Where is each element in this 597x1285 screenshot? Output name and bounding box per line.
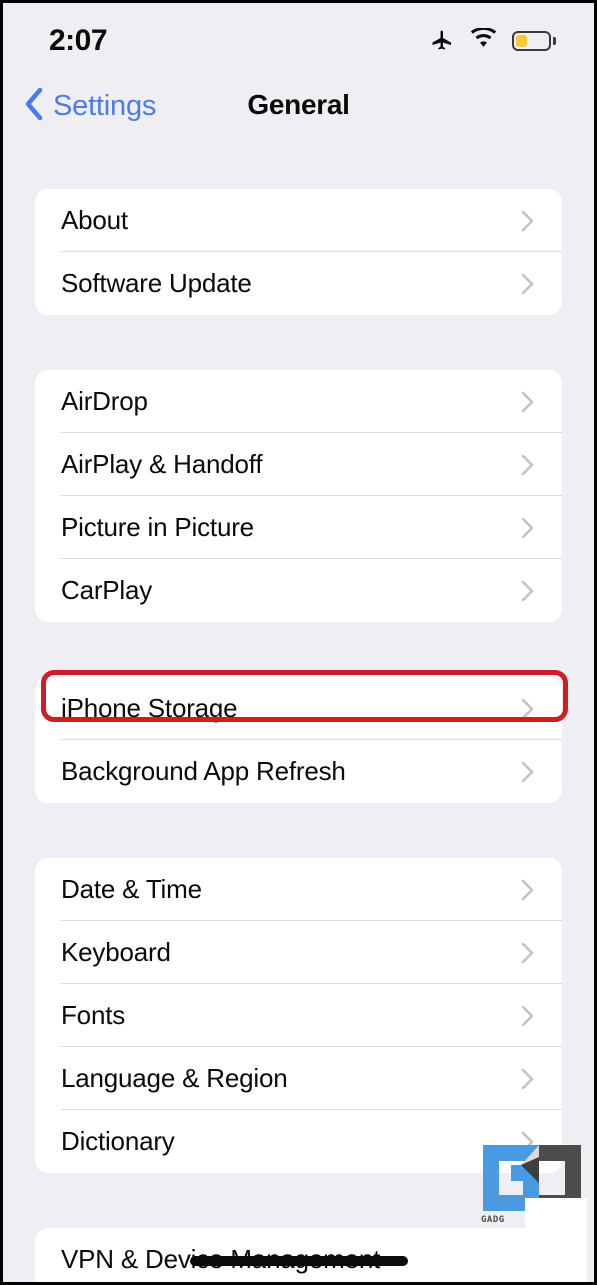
list-item-software-update[interactable]: Software Update <box>35 252 562 315</box>
home-indicator[interactable] <box>189 1256 408 1266</box>
list-item-label: iPhone Storage <box>61 693 238 723</box>
list-item-label: AirPlay & Handoff <box>61 449 263 479</box>
chevron-right-icon <box>521 761 534 783</box>
chevron-right-icon <box>521 273 534 295</box>
status-bar: 2:07 <box>3 3 594 79</box>
settings-group-4: Date & Time Keyboard Fonts Language & Re… <box>35 858 562 1173</box>
list-item-about[interactable]: About <box>35 189 562 252</box>
chevron-right-icon <box>521 879 534 901</box>
chevron-right-icon <box>521 391 534 413</box>
battery-icon <box>512 31 556 51</box>
list-item-dictionary[interactable]: Dictionary <box>35 1110 562 1173</box>
status-bar-icons <box>429 26 556 56</box>
list-item-label: Fonts <box>61 1000 126 1030</box>
list-item-label: CarPlay <box>61 575 153 605</box>
chevron-right-icon <box>521 517 534 539</box>
list-item-keyboard[interactable]: Keyboard <box>35 921 562 984</box>
list-item-label: Dictionary <box>61 1126 175 1156</box>
list-item-date-time[interactable]: Date & Time <box>35 858 562 921</box>
list-item-background-app-refresh[interactable]: Background App Refresh <box>35 740 562 803</box>
settings-list[interactable]: About Software Update AirDrop AirPlay & … <box>3 141 594 1282</box>
list-item-label: About <box>61 205 128 235</box>
airplane-mode-icon <box>429 27 455 56</box>
list-item-label: AirDrop <box>61 386 148 416</box>
chevron-right-icon <box>521 1068 534 1090</box>
chevron-right-icon <box>521 580 534 602</box>
list-item-label: Background App Refresh <box>61 756 346 786</box>
settings-group-1: About Software Update <box>35 189 562 315</box>
settings-group-3: iPhone Storage Background App Refresh <box>35 677 562 803</box>
wifi-icon <box>469 26 498 55</box>
list-item-carplay[interactable]: CarPlay <box>35 559 562 622</box>
list-item-label: Picture in Picture <box>61 512 254 542</box>
chevron-right-icon <box>521 1005 534 1027</box>
list-item-fonts[interactable]: Fonts <box>35 984 562 1047</box>
chevron-right-icon <box>521 942 534 964</box>
list-item-airplay-handoff[interactable]: AirPlay & Handoff <box>35 433 562 496</box>
list-item-label: Date & Time <box>61 874 202 904</box>
list-item-language-region[interactable]: Language & Region <box>35 1047 562 1110</box>
list-item-label: Language & Region <box>61 1063 288 1093</box>
list-item-picture-in-picture[interactable]: Picture in Picture <box>35 496 562 559</box>
chevron-right-icon <box>521 210 534 232</box>
chevron-right-icon <box>521 698 534 720</box>
list-item-label: Keyboard <box>61 937 171 967</box>
list-item-airdrop[interactable]: AirDrop <box>35 370 562 433</box>
settings-group-2: AirDrop AirPlay & Handoff Picture in Pic… <box>35 370 562 622</box>
status-bar-time: 2:07 <box>49 24 108 57</box>
phone-screen: 2:07 Settings General About Software Upd… <box>0 0 597 1285</box>
chevron-right-icon <box>521 1131 534 1153</box>
chevron-right-icon <box>521 454 534 476</box>
navigation-bar: Settings General <box>3 79 594 141</box>
list-item-iphone-storage[interactable]: iPhone Storage <box>35 677 562 740</box>
list-item-label: Software Update <box>61 268 252 298</box>
page-title: General <box>247 89 350 120</box>
